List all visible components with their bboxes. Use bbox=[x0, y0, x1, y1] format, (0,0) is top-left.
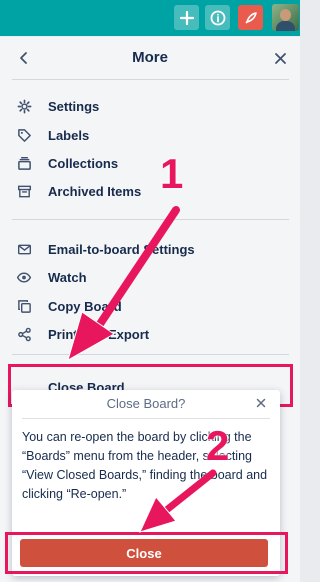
label-icon bbox=[14, 125, 34, 145]
menu-item-label: Labels bbox=[48, 127, 90, 143]
menu-item-print-export[interactable]: Print and Export bbox=[14, 323, 284, 345]
menu-item-label: Email-to-board Settings bbox=[48, 241, 195, 257]
section-divider bbox=[12, 354, 289, 355]
panel-header: More bbox=[0, 37, 300, 79]
menu-item-label: Collections bbox=[48, 155, 119, 171]
step-number-1: 1 bbox=[160, 150, 184, 197]
rocket-icon bbox=[244, 11, 257, 24]
eye-icon bbox=[14, 267, 34, 287]
archive-icon bbox=[14, 181, 34, 201]
dialog-divider bbox=[22, 418, 270, 419]
avatar[interactable] bbox=[272, 4, 299, 31]
info-button[interactable] bbox=[205, 5, 230, 30]
menu-item-labels[interactable]: Labels bbox=[14, 124, 284, 146]
menu-item-label: Watch bbox=[48, 269, 87, 285]
menu-item-settings[interactable]: Settings bbox=[14, 95, 284, 117]
close-icon bbox=[256, 398, 266, 408]
dialog-title: Close Board? bbox=[106, 396, 186, 411]
info-icon bbox=[210, 10, 225, 25]
close-menu-button[interactable] bbox=[270, 48, 290, 68]
plus-icon bbox=[179, 10, 194, 25]
menu-item-label: Print and Export bbox=[48, 326, 150, 342]
header-divider bbox=[12, 79, 289, 80]
dialog-close-button[interactable] bbox=[252, 394, 270, 412]
gear-icon bbox=[14, 96, 34, 116]
step-number-2: 2 bbox=[206, 422, 230, 469]
copy-icon bbox=[14, 296, 34, 316]
close-icon bbox=[274, 52, 286, 64]
collections-icon bbox=[14, 153, 34, 173]
menu-item-collections[interactable]: Collections bbox=[14, 152, 284, 174]
board-header-bar bbox=[0, 0, 300, 36]
menu-item-label: Archived Items bbox=[48, 183, 142, 199]
page-title: More bbox=[132, 49, 168, 66]
confirm-close-button[interactable]: Close bbox=[20, 539, 268, 567]
menu-item-label: Copy Board bbox=[48, 298, 122, 314]
menu-item-label: Settings bbox=[48, 98, 100, 114]
share-icon bbox=[14, 324, 34, 344]
menu-item-copy-board[interactable]: Copy Board bbox=[14, 295, 284, 317]
menu-item-watch[interactable]: Watch bbox=[14, 266, 284, 288]
notifications-button[interactable] bbox=[238, 5, 263, 30]
menu-item-email-to-board[interactable]: Email-to-board Settings bbox=[14, 238, 284, 260]
section-divider bbox=[12, 219, 289, 220]
add-button[interactable] bbox=[174, 5, 199, 30]
dialog-message: You can re-open the board by clicking th… bbox=[22, 430, 268, 501]
email-icon bbox=[14, 239, 34, 259]
menu-item-archived-items[interactable]: Archived Items bbox=[14, 180, 284, 202]
